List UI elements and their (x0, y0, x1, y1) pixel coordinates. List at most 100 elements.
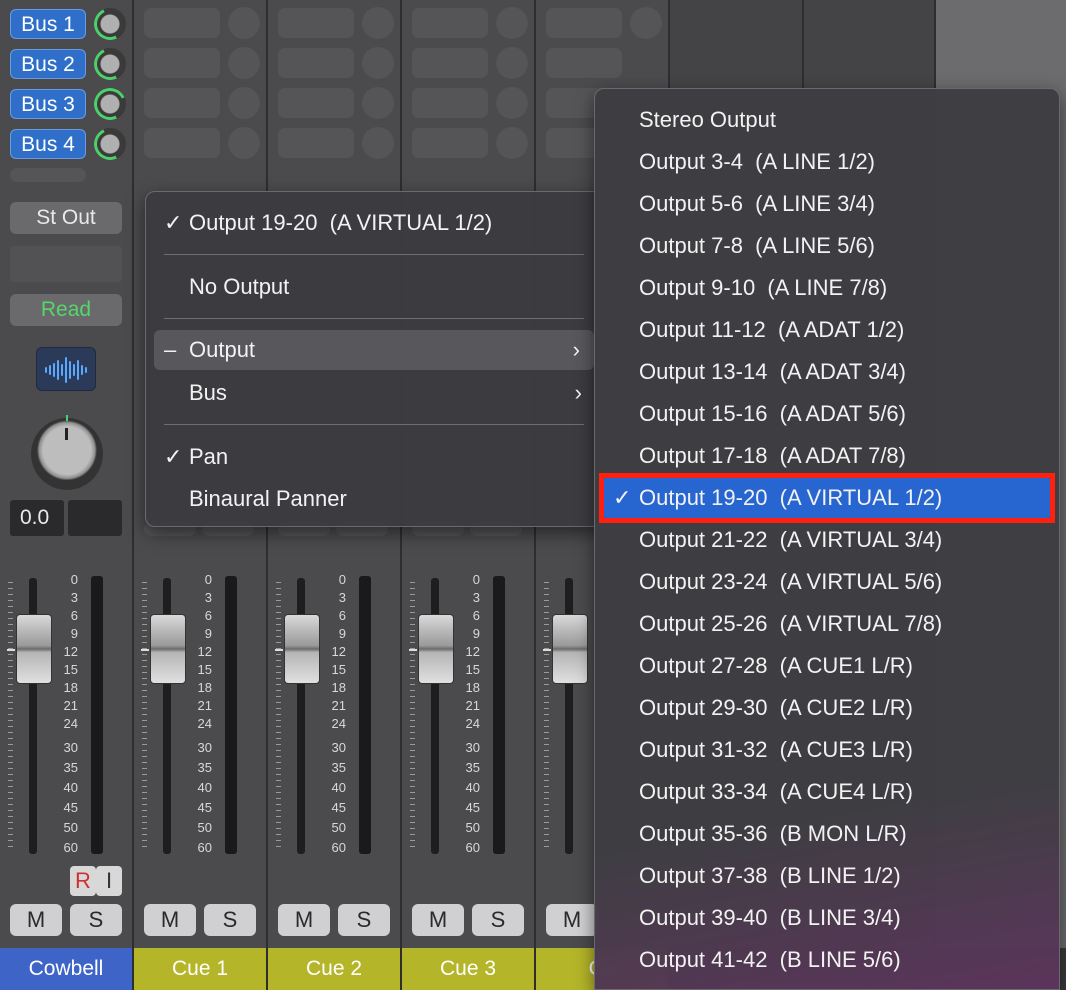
channel-name-cue-1[interactable]: Cue 1 (134, 948, 268, 990)
group-slot[interactable] (10, 246, 122, 282)
send-level-knob-3[interactable] (89, 83, 131, 125)
channel-name-cue-3[interactable]: Cue 3 (402, 948, 536, 990)
submenu-item-output[interactable]: Output 3-4 (A LINE 1/2) (603, 141, 1051, 183)
submenu-item-output[interactable]: Output 9-10 (A LINE 7/8) (603, 267, 1051, 309)
send-knob-empty[interactable] (496, 87, 528, 119)
submenu-item-label: Output 31-32 (A CUE3 L/R) (639, 737, 913, 762)
send-knob-empty[interactable] (496, 127, 528, 159)
automation-mode-button[interactable]: Read (10, 294, 122, 326)
submenu-item-output[interactable]: Output 23-24 (A VIRTUAL 5/6) (603, 561, 1051, 603)
volume-fader[interactable] (409, 614, 454, 684)
send-level-knob-1[interactable] (89, 3, 131, 45)
send-knob-empty[interactable] (362, 87, 394, 119)
send-slot-empty[interactable] (278, 128, 354, 158)
send-slot-empty[interactable] (412, 48, 488, 78)
record-enable-button[interactable]: R (70, 866, 96, 896)
fader-scale-label: 50 (63, 820, 78, 835)
submenu-item-label: Output 33-34 (A CUE4 L/R) (639, 779, 913, 804)
submenu-item-output[interactable]: Output 15-16 (A ADAT 5/6) (603, 393, 1051, 435)
volume-fader[interactable] (141, 614, 186, 684)
output-menu: ✓ Output 19-20 (A VIRTUAL 1/2) No Output… (145, 191, 605, 527)
submenu-item-output[interactable]: Output 31-32 (A CUE3 L/R) (603, 729, 1051, 771)
input-monitor-button[interactable]: I (96, 866, 122, 896)
solo-button[interactable]: S (472, 904, 524, 936)
submenu-item-output[interactable]: Stereo Output (603, 99, 1051, 141)
submenu-item-output[interactable]: ✓ Output 19-20 (A VIRTUAL 1/2) (599, 473, 1055, 523)
pan-knob[interactable] (31, 415, 103, 490)
send-level-knob-2[interactable] (89, 43, 131, 85)
fader-scale-label: 15 (197, 662, 212, 677)
fader-scale-label: 12 (331, 644, 346, 659)
send-slot-empty[interactable] (412, 8, 488, 38)
menu-item-bus[interactable]: Bus › (146, 373, 596, 413)
submenu-item-output[interactable]: Output 21-22 (A VIRTUAL 3/4) (603, 519, 1051, 561)
submenu-item-output[interactable]: Output 13-14 (A ADAT 3/4) (603, 351, 1051, 393)
send-knob-empty[interactable] (228, 47, 260, 79)
submenu-item-output[interactable]: Output 33-34 (A CUE4 L/R) (603, 771, 1051, 813)
send-knob-empty[interactable] (228, 7, 260, 39)
submenu-item-output[interactable]: Output 17-18 (A ADAT 7/8) (603, 435, 1051, 477)
send-knob-empty[interactable] (362, 7, 394, 39)
menu-item-binaural-panner[interactable]: Binaural Panner (146, 479, 596, 519)
mute-button[interactable]: M (144, 904, 196, 936)
mute-button[interactable]: M (546, 904, 598, 936)
send-slot-empty[interactable] (278, 8, 354, 38)
fader-scale-label: 30 (331, 740, 346, 755)
waveform-icon[interactable] (36, 347, 96, 391)
menu-item-output[interactable]: – Output › (154, 330, 594, 370)
menu-item-no-output[interactable]: No Output (146, 267, 596, 307)
channel-name-cowbell[interactable]: Cowbell (0, 948, 134, 990)
send-slot-empty[interactable] (10, 168, 86, 182)
solo-button[interactable]: S (70, 904, 122, 936)
send-knob-empty[interactable] (630, 7, 662, 39)
mute-button[interactable]: M (412, 904, 464, 936)
submenu-item-output[interactable]: Output 39-40 (B LINE 3/4) (603, 897, 1051, 939)
fader-ticks (410, 582, 415, 850)
send-slot-empty[interactable] (144, 128, 220, 158)
menu-item-current-output[interactable]: ✓ Output 19-20 (A VIRTUAL 1/2) (146, 203, 596, 243)
send-knob-empty[interactable] (496, 47, 528, 79)
send-slot-empty[interactable] (412, 128, 488, 158)
volume-fader[interactable] (7, 614, 52, 684)
submenu-item-output[interactable]: Output 27-28 (A CUE1 L/R) (603, 645, 1051, 687)
submenu-item-output[interactable]: Output 11-12 (A ADAT 1/2) (603, 309, 1051, 351)
volume-fader[interactable] (543, 614, 588, 684)
submenu-item-output[interactable]: Output 35-36 (B MON L/R) (603, 813, 1051, 855)
send-slot-empty[interactable] (278, 48, 354, 78)
output-button[interactable]: St Out (10, 202, 122, 234)
send-slot-empty[interactable] (412, 88, 488, 118)
send-slot-empty[interactable] (144, 8, 220, 38)
menu-item-pan[interactable]: ✓ Pan (146, 437, 596, 477)
channel-name-cue-2[interactable]: Cue 2 (268, 948, 402, 990)
send-knob-empty[interactable] (228, 127, 260, 159)
send-slot-empty[interactable] (278, 88, 354, 118)
send-bus-3-button[interactable]: Bus 3 (10, 89, 86, 119)
submenu-item-output[interactable]: Output 29-30 (A CUE2 L/R) (603, 687, 1051, 729)
send-slot-empty[interactable] (546, 8, 622, 38)
send-level-knob-4[interactable] (89, 123, 131, 165)
send-knob-empty[interactable] (496, 7, 528, 39)
send-bus-2-button[interactable]: Bus 2 (10, 49, 86, 79)
send-slot-empty[interactable] (144, 48, 220, 78)
send-knob-empty[interactable] (362, 47, 394, 79)
mute-button[interactable]: M (10, 904, 62, 936)
submenu-item-output[interactable]: Output 25-26 (A VIRTUAL 7/8) (603, 603, 1051, 645)
volume-fader[interactable] (275, 614, 320, 684)
fader-scale-label: 9 (70, 626, 78, 641)
menu-separator (164, 254, 584, 255)
send-bus-1-button[interactable]: Bus 1 (10, 9, 86, 39)
send-knob-empty[interactable] (228, 87, 260, 119)
solo-button[interactable]: S (338, 904, 390, 936)
fader-scale-label: 21 (63, 698, 78, 713)
solo-button[interactable]: S (204, 904, 256, 936)
send-knob-empty[interactable] (362, 127, 394, 159)
submenu-item-output[interactable]: Output 7-8 (A LINE 5/6) (603, 225, 1051, 267)
submenu-item-output[interactable]: Output 5-6 (A LINE 3/4) (603, 183, 1051, 225)
send-slot-empty[interactable] (546, 48, 622, 78)
send-bus-4-button[interactable]: Bus 4 (10, 129, 86, 159)
send-slot-empty[interactable] (144, 88, 220, 118)
submenu-item-output[interactable]: Output 37-38 (B LINE 1/2) (603, 855, 1051, 897)
submenu-item-label: Output 19-20 (A VIRTUAL 1/2) (639, 485, 943, 510)
mute-button[interactable]: M (278, 904, 330, 936)
submenu-item-output[interactable]: Output 41-42 (B LINE 5/6) (603, 939, 1051, 981)
